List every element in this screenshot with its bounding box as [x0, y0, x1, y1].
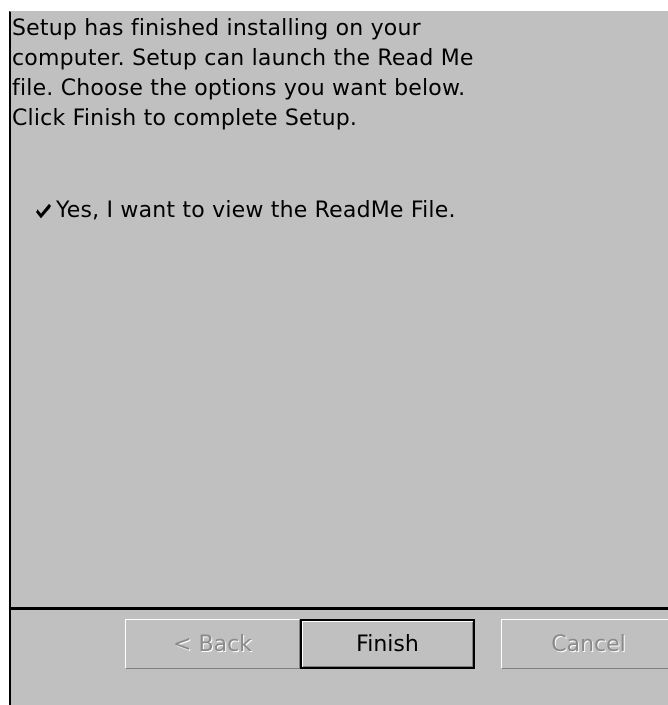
view-readme-label: Yes, I want to view the ReadMe File. [56, 198, 456, 223]
setup-complete-dialog: Setup has finished installing on your co… [9, 11, 668, 705]
view-readme-option[interactable]: Yes, I want to view the ReadMe File. [35, 196, 456, 226]
button-separator [11, 607, 668, 610]
finish-button[interactable]: Finish [300, 619, 475, 669]
cancel-button[interactable]: Cancel [501, 619, 668, 669]
checkmark-icon [35, 203, 52, 218]
setup-message: Setup has finished installing on your co… [12, 16, 474, 131]
back-button[interactable]: < Back [125, 619, 300, 669]
view-readme-checkbox[interactable] [35, 202, 52, 220]
